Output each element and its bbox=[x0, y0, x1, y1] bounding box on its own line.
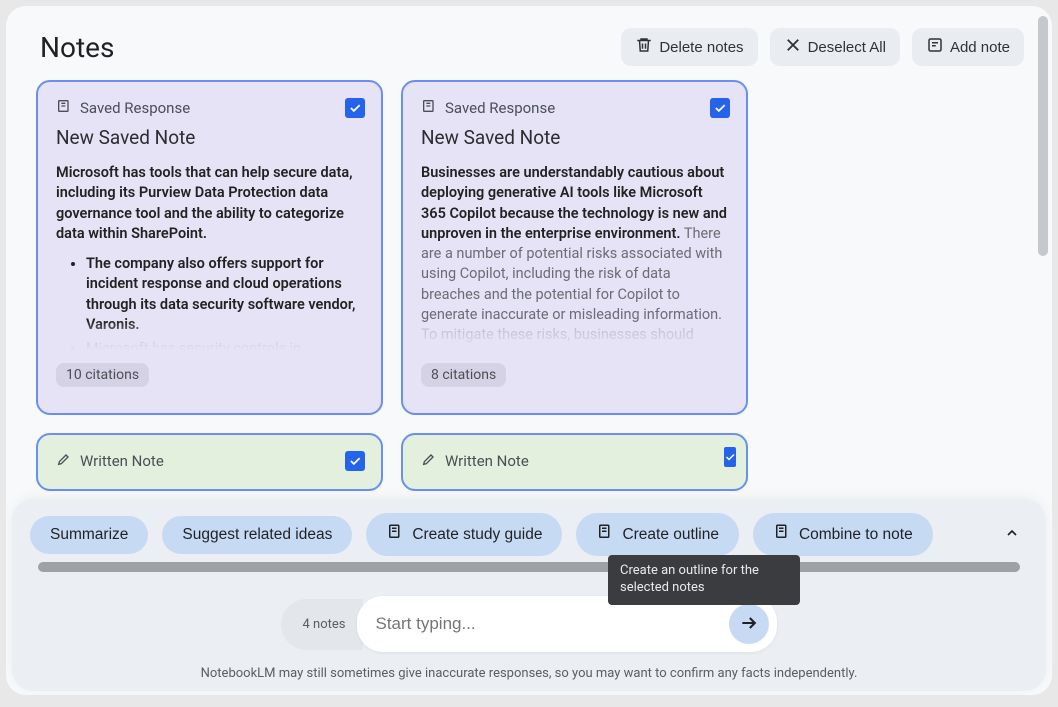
trash-icon bbox=[635, 36, 653, 58]
fade-overlay bbox=[56, 321, 363, 351]
note-body: Microsoft has tools that can help secure… bbox=[56, 163, 363, 351]
chip-label: Summarize bbox=[50, 526, 128, 544]
chip-label: Create outline bbox=[622, 526, 719, 544]
create-outline-chip[interactable]: Create outline bbox=[576, 513, 739, 556]
close-icon bbox=[784, 36, 802, 58]
note-card[interactable]: Saved Response New Saved Note Microsoft … bbox=[36, 80, 383, 415]
chips-row: Summarize Suggest related ideas Create s… bbox=[30, 513, 1028, 556]
doc-icon bbox=[596, 523, 614, 546]
collapse-chips-button[interactable] bbox=[996, 519, 1028, 551]
page-title: Notes bbox=[40, 31, 114, 64]
create-study-guide-chip[interactable]: Create study guide bbox=[366, 513, 562, 556]
input-row: 4 notes bbox=[30, 596, 1028, 652]
note-type-row: Written Note bbox=[56, 451, 363, 471]
note-checkbox[interactable] bbox=[345, 451, 365, 471]
chat-input[interactable] bbox=[375, 614, 729, 634]
note-card[interactable]: Written Note bbox=[401, 433, 748, 491]
note-title: New Saved Note bbox=[56, 126, 363, 149]
note-type-label: Saved Response bbox=[80, 99, 190, 117]
pencil-icon bbox=[421, 451, 437, 471]
horizontal-scrollbar[interactable] bbox=[38, 562, 1020, 572]
doc-icon bbox=[773, 523, 791, 546]
saved-response-icon bbox=[421, 98, 437, 118]
fade-overlay bbox=[421, 321, 728, 351]
note-add-icon bbox=[926, 36, 944, 58]
combine-to-note-chip[interactable]: Combine to note bbox=[753, 513, 933, 556]
app-window: Notes Delete notes Deselect All Add note bbox=[6, 6, 1052, 695]
note-title: New Saved Note bbox=[421, 126, 728, 149]
deselect-label: Deselect All bbox=[808, 39, 886, 56]
note-type-row: Saved Response bbox=[56, 98, 363, 118]
bottom-panel: Summarize Suggest related ideas Create s… bbox=[12, 499, 1046, 691]
note-checkbox[interactable] bbox=[345, 98, 365, 118]
chip-label: Combine to note bbox=[799, 526, 913, 544]
note-checkbox[interactable] bbox=[710, 98, 730, 118]
add-label: Add note bbox=[950, 39, 1010, 56]
note-type-row: Saved Response bbox=[421, 98, 728, 118]
pencil-icon bbox=[56, 451, 72, 471]
citation-badge[interactable]: 10 citations bbox=[56, 363, 149, 387]
note-type-row: Written Note bbox=[421, 451, 728, 471]
chip-label: Suggest related ideas bbox=[182, 526, 332, 544]
notes-grid: Saved Response New Saved Note Microsoft … bbox=[6, 76, 1052, 491]
citation-badge[interactable]: 8 citations bbox=[421, 363, 506, 387]
deselect-all-button[interactable]: Deselect All bbox=[770, 28, 900, 66]
note-type-label: Written Note bbox=[445, 452, 529, 470]
chevron-up-icon bbox=[1004, 525, 1020, 544]
send-button[interactable] bbox=[729, 604, 769, 644]
delete-notes-button[interactable]: Delete notes bbox=[621, 28, 757, 66]
saved-response-icon bbox=[56, 98, 72, 118]
note-card[interactable]: Saved Response New Saved Note Businesses… bbox=[401, 80, 748, 415]
note-type-label: Written Note bbox=[80, 452, 164, 470]
note-body: Businesses are understandably cautious a… bbox=[421, 163, 728, 351]
vertical-scrollbar[interactable] bbox=[1038, 16, 1048, 256]
delete-label: Delete notes bbox=[659, 39, 743, 56]
note-checkbox[interactable] bbox=[724, 447, 736, 467]
note-type-label: Saved Response bbox=[445, 99, 555, 117]
doc-icon bbox=[386, 523, 404, 546]
chip-label: Create study guide bbox=[412, 526, 542, 544]
note-count-badge: 4 notes bbox=[281, 599, 364, 650]
header: Notes Delete notes Deselect All Add note bbox=[6, 6, 1052, 76]
summarize-chip[interactable]: Summarize bbox=[30, 516, 148, 554]
suggest-ideas-chip[interactable]: Suggest related ideas bbox=[162, 516, 352, 554]
add-note-button[interactable]: Add note bbox=[912, 28, 1024, 66]
note-body-bold: Microsoft has tools that can help secure… bbox=[56, 164, 353, 242]
arrow-right-icon bbox=[739, 613, 759, 636]
disclaimer-text: NotebookLM may still sometimes give inac… bbox=[30, 666, 1028, 681]
toolbar: Delete notes Deselect All Add note bbox=[621, 28, 1024, 66]
note-card[interactable]: Written Note bbox=[36, 433, 383, 491]
tooltip: Create an outline for the selected notes bbox=[608, 555, 800, 605]
